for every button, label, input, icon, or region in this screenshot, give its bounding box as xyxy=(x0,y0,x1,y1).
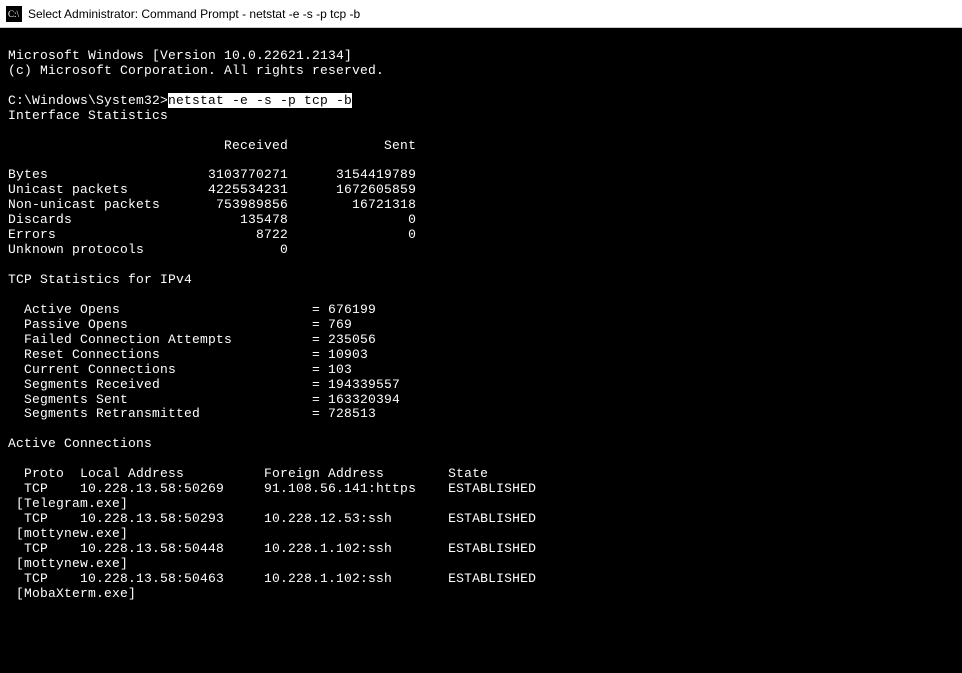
tcp-stats-title: TCP Statistics for IPv4 xyxy=(8,272,192,287)
active-conns-title: Active Connections xyxy=(8,436,152,451)
iface-row: Unknown protocols 0 xyxy=(8,242,288,257)
conn-row: TCP 10.228.13.58:50269 91.108.56.141:htt… xyxy=(8,481,536,496)
conn-owner: [Telegram.exe] xyxy=(8,496,128,511)
conn-row: TCP 10.228.13.58:50293 10.228.12.53:ssh … xyxy=(8,511,536,526)
tcp-row: Reset Connections = 10903 xyxy=(8,347,368,362)
tcp-row: Active Opens = 676199 xyxy=(8,302,376,317)
cmd-icon: C:\ xyxy=(6,6,22,22)
iface-row: Unicast packets 4225534231 1672605859 xyxy=(8,182,416,197)
tcp-row: Failed Connection Attempts = 235056 xyxy=(8,332,376,347)
tcp-row: Segments Sent = 163320394 xyxy=(8,392,400,407)
window-titlebar[interactable]: C:\ Select Administrator: Command Prompt… xyxy=(0,0,962,28)
tcp-row: Current Connections = 103 xyxy=(8,362,352,377)
iface-row: Discards 135478 0 xyxy=(8,212,416,227)
active-conns-header: Proto Local Address Foreign Address Stat… xyxy=(8,466,488,481)
conn-row: TCP 10.228.13.58:50463 10.228.1.102:ssh … xyxy=(8,571,536,586)
prompt-command: netstat -e -s -p tcp -b xyxy=(168,93,352,108)
os-version-line: Microsoft Windows [Version 10.0.22621.21… xyxy=(8,48,352,63)
copyright-line: (c) Microsoft Corporation. All rights re… xyxy=(8,63,384,78)
prompt-path: C:\Windows\System32> xyxy=(8,93,168,108)
conn-owner: [MobaXterm.exe] xyxy=(8,586,136,601)
iface-row: Bytes 3103770271 3154419789 xyxy=(8,167,416,182)
tcp-row: Segments Received = 194339557 xyxy=(8,377,400,392)
window-title: Select Administrator: Command Prompt - n… xyxy=(28,7,360,21)
iface-row: Non-unicast packets 753989856 16721318 xyxy=(8,197,416,212)
svg-text:C:\: C:\ xyxy=(8,9,20,19)
terminal-output[interactable]: Microsoft Windows [Version 10.0.22621.21… xyxy=(0,28,962,608)
conn-owner: [mottynew.exe] xyxy=(8,526,128,541)
tcp-row: Segments Retransmitted = 728513 xyxy=(8,406,376,421)
conn-row: TCP 10.228.13.58:50448 10.228.1.102:ssh … xyxy=(8,541,536,556)
interface-stats-title: Interface Statistics xyxy=(8,108,168,123)
iface-row: Errors 8722 0 xyxy=(8,227,416,242)
tcp-row: Passive Opens = 769 xyxy=(8,317,352,332)
conn-owner: [mottynew.exe] xyxy=(8,556,128,571)
interface-stats-header: Received Sent xyxy=(8,138,416,153)
